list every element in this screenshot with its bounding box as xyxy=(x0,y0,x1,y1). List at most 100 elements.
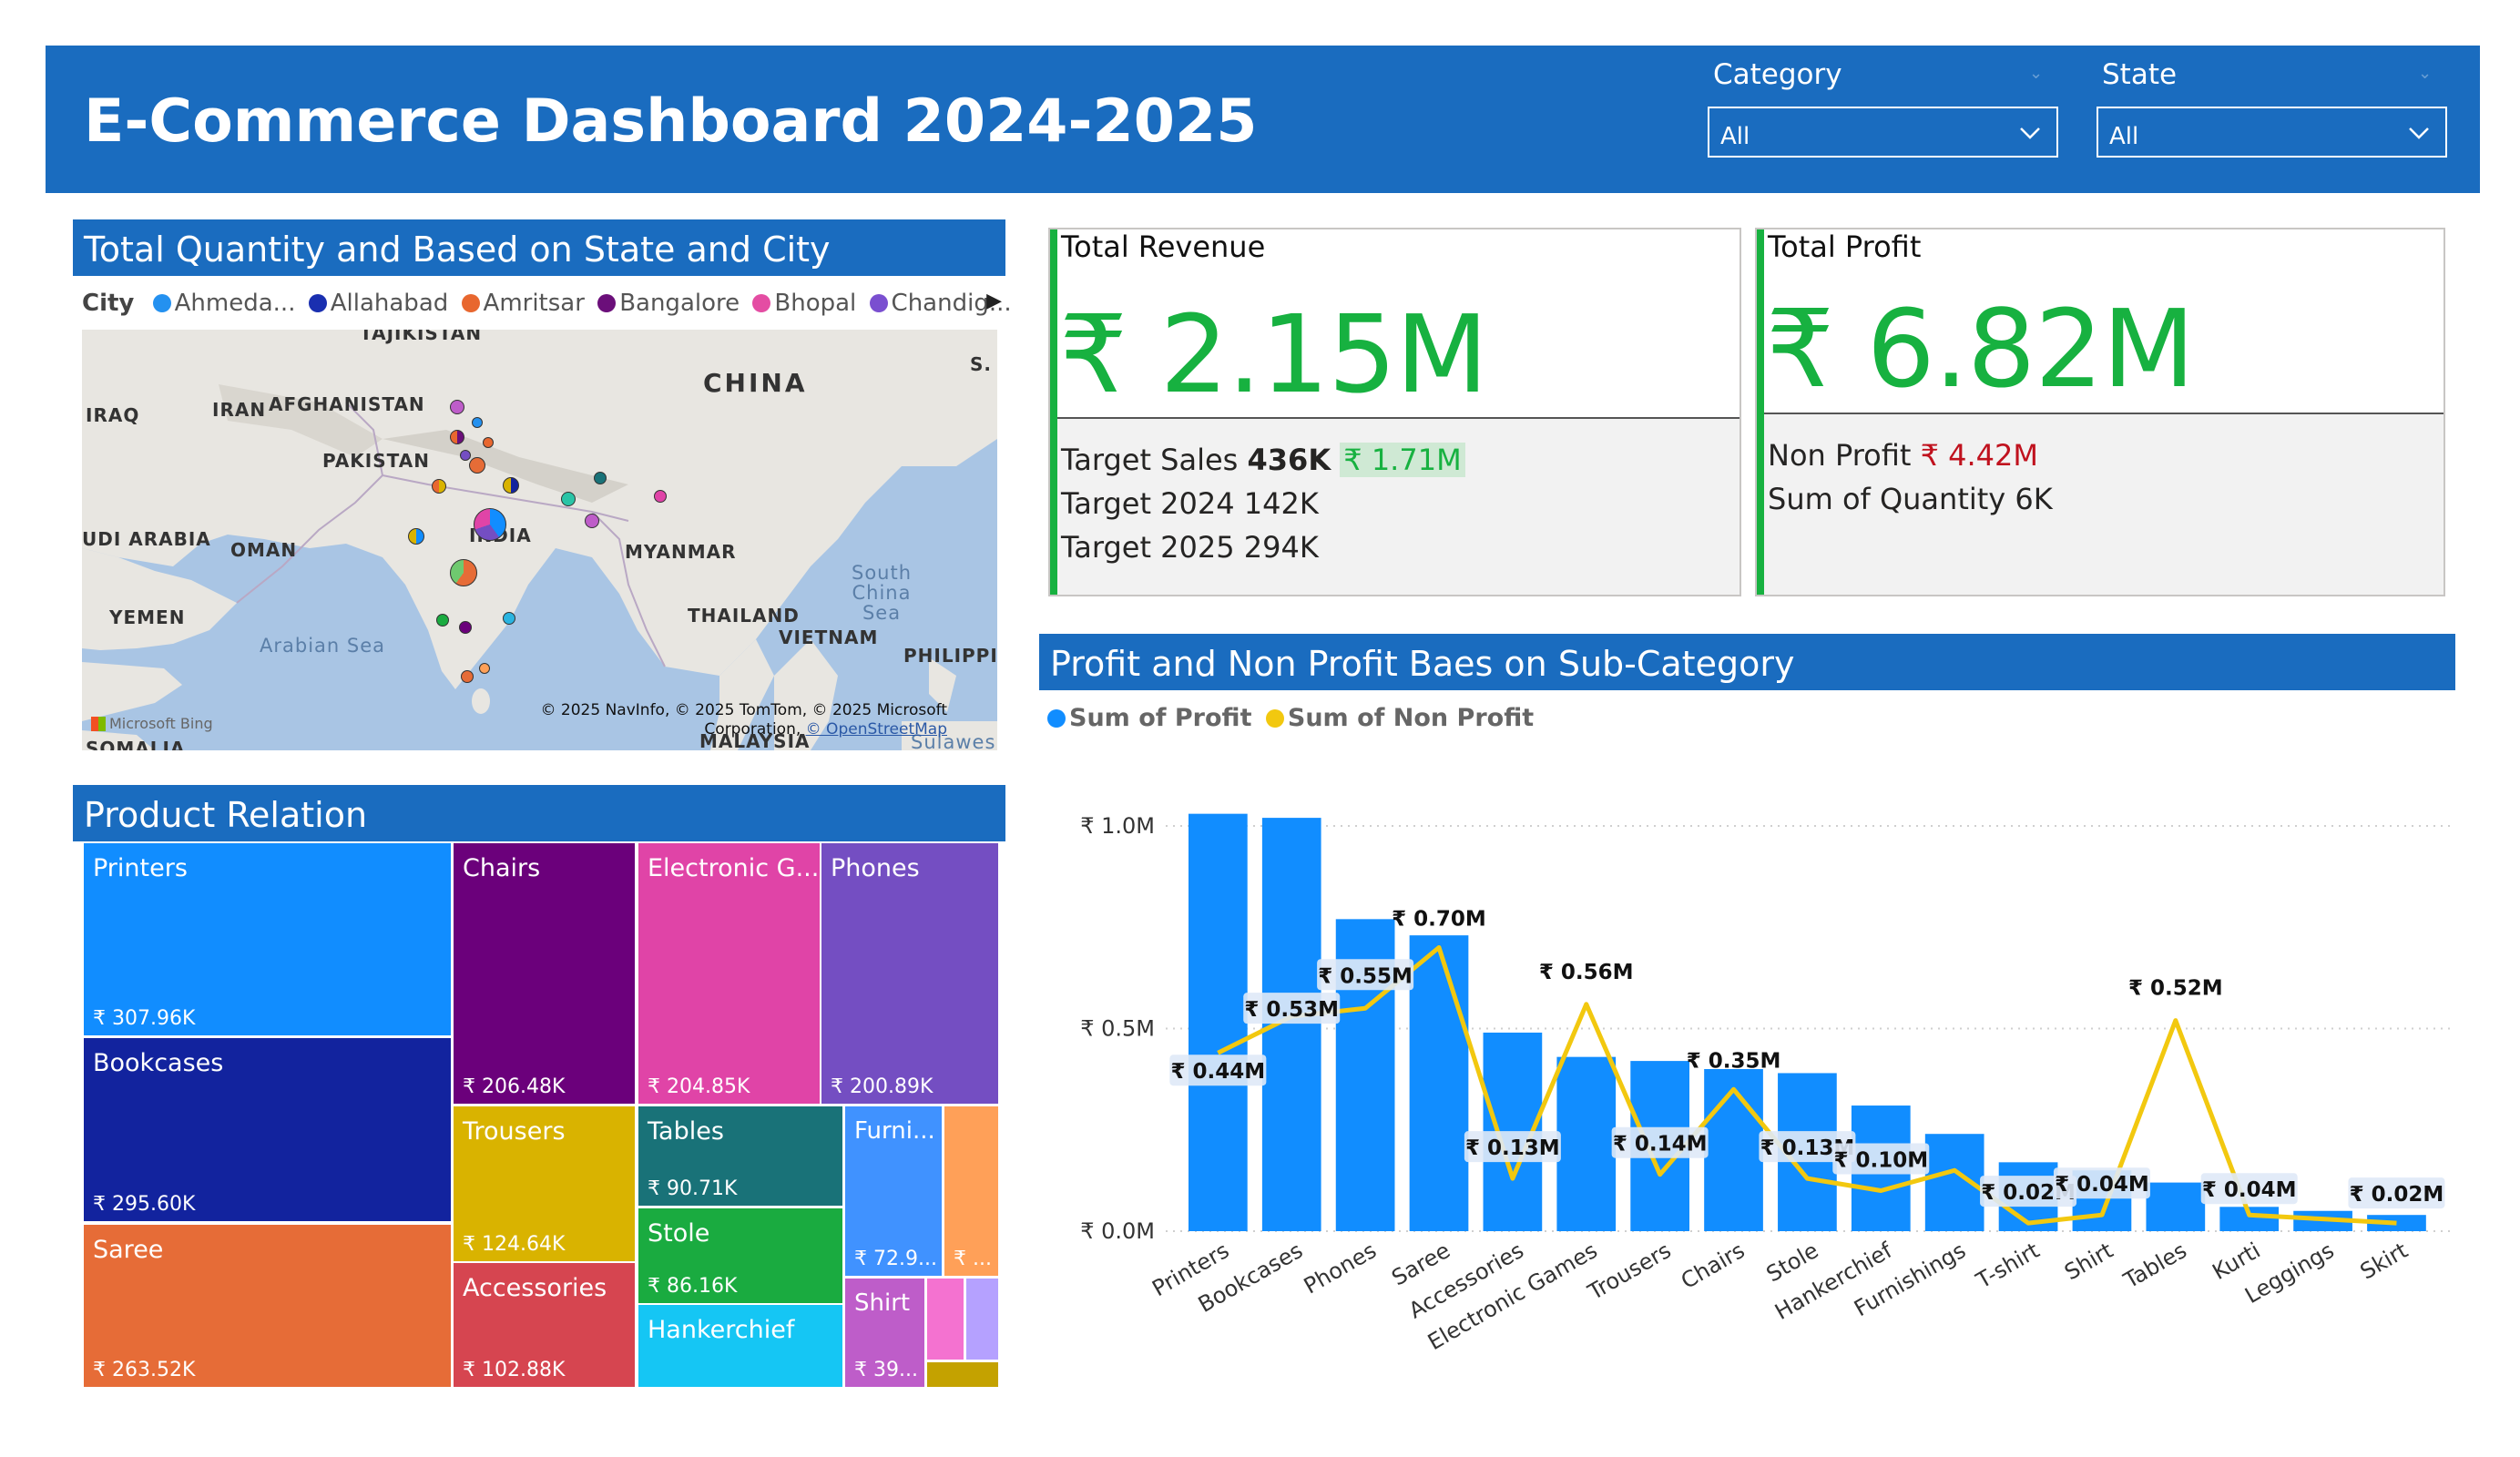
city-bubble[interactable] xyxy=(450,559,477,586)
data-label: ₹ 0.55M xyxy=(1318,964,1413,988)
treemap-tile-stole[interactable]: Stole ₹ 86.16K xyxy=(638,1208,842,1303)
copyright-line-1: © 2025 NavInfo, © 2025 TomTom, © 2025 Mi… xyxy=(540,701,947,719)
legend-next-arrow-icon[interactable]: ▶ xyxy=(986,290,1002,312)
state-slicer-label: State xyxy=(2102,58,2178,91)
data-label: ₹ 0.35M xyxy=(1687,1049,1781,1073)
map-label-china: CHINA xyxy=(703,368,808,398)
city-bubble[interactable] xyxy=(474,508,506,541)
city-bubble[interactable] xyxy=(561,492,576,506)
city-bubble[interactable] xyxy=(585,514,599,528)
map-copyright: © 2025 NavInfo, © 2025 TomTom, © 2025 Mi… xyxy=(541,701,947,739)
city-bubble[interactable] xyxy=(654,490,667,503)
legend-item-non-profit[interactable]: Sum of Non Profit xyxy=(1265,704,1534,732)
data-label: ₹ 0.44M xyxy=(1171,1060,1266,1084)
city-bubble[interactable] xyxy=(594,472,607,484)
city-bubble[interactable] xyxy=(483,437,494,448)
bar-profit[interactable] xyxy=(2146,1182,2206,1231)
profit-details: Non Profit ₹ 4.42M Sum of Quantity 6K xyxy=(1759,413,2443,595)
treemap-tile[interactable] xyxy=(927,1362,998,1387)
city-bubble[interactable] xyxy=(461,670,474,683)
data-label: ₹ 0.70M xyxy=(1392,908,1486,932)
map-label-saudi-arabia: UDI ARABIA xyxy=(82,528,211,550)
y-tick-label: ₹ 0.5M xyxy=(1080,1016,1155,1042)
chevron-down-icon[interactable] xyxy=(2407,121,2431,145)
city-bubble[interactable] xyxy=(408,528,424,545)
city-bubble[interactable] xyxy=(450,400,464,414)
treemap-tile-printers[interactable]: Printers ₹ 307.96K xyxy=(84,843,451,1035)
bar-profit[interactable] xyxy=(1189,813,1248,1231)
legend-item-amritsar[interactable]: Amritsar xyxy=(461,290,585,317)
city-bubble[interactable] xyxy=(450,430,464,444)
treemap-tile-value: ₹ 206.48K xyxy=(463,1075,566,1098)
city-bubble[interactable] xyxy=(503,612,515,625)
bar-profit[interactable] xyxy=(1704,1069,1763,1231)
profit-bar-chart[interactable]: ₹ 0.0M ₹ 0.5M ₹ 1.0M ₹ 0.44M ₹ 0.53M ₹ 0.55M ₹… xyxy=(1038,783,2459,1366)
map-label-s: S. xyxy=(970,353,993,375)
data-label: ₹ 0.56M xyxy=(1539,961,1634,984)
data-label: ₹ 0.10M xyxy=(1833,1149,1928,1173)
treemap-tile-bookcases[interactable]: Bookcases ₹ 295.60K xyxy=(84,1038,451,1221)
treemap-tile-shirt[interactable]: Shirt ₹ 39... xyxy=(845,1279,924,1387)
treemap-tile[interactable] xyxy=(966,1279,998,1360)
legend-dot xyxy=(308,294,327,312)
treemap-tile-furni[interactable]: Furni... ₹ 72.9... xyxy=(845,1106,942,1276)
city-bubble[interactable] xyxy=(503,477,519,494)
legend-label: Allahabad xyxy=(330,290,449,317)
city-bubble[interactable] xyxy=(479,663,490,674)
legend-item-bhopal[interactable]: Bhopal xyxy=(752,290,856,317)
bar-profit[interactable] xyxy=(1556,1056,1617,1231)
bing-text: Microsoft Bing xyxy=(109,715,213,732)
map-label-arabian-sea: Arabian Sea xyxy=(260,635,386,657)
city-bubble[interactable] xyxy=(460,450,471,461)
treemap-tile-saree[interactable]: Saree ₹ 263.52K xyxy=(84,1225,451,1387)
treemap-tile-phones[interactable]: Phones ₹ 200.89K xyxy=(821,843,998,1104)
category-dropdown-value: All xyxy=(1720,123,1750,150)
legend-item-bangalore[interactable]: Bangalore xyxy=(597,290,740,317)
revenue-title: Total Revenue xyxy=(1061,229,1266,264)
treemap-tile-name: Hankerchief xyxy=(648,1316,795,1344)
city-legend-title: City xyxy=(82,290,135,317)
legend-item-allahabad[interactable]: Allahabad xyxy=(308,290,449,317)
x-tick-label: Phones xyxy=(1300,1238,1381,1299)
legend-item-ahmedabad[interactable]: Ahmeda... xyxy=(152,290,295,317)
legend-item-profit[interactable]: Sum of Profit xyxy=(1047,704,1251,732)
map-label-oman: OMAN xyxy=(230,539,298,561)
chevron-down-icon[interactable] xyxy=(2018,121,2042,145)
non-profit-line: Non Profit ₹ 4.42M xyxy=(1768,438,2038,473)
state-dropdown[interactable]: All xyxy=(2097,107,2447,158)
city-bubble[interactable] xyxy=(469,457,485,474)
treemap-tile-chairs[interactable]: Chairs ₹ 206.48K xyxy=(454,843,635,1104)
treemap-section-header: Product Relation xyxy=(73,785,1005,841)
treemap-tile-accessories[interactable]: Accessories ₹ 102.88K xyxy=(454,1263,635,1387)
eraser-icon[interactable]: ⌄ xyxy=(2418,64,2438,83)
openstreetmap-link[interactable]: © OpenStreetMap xyxy=(806,720,947,739)
treemap-tile[interactable]: ₹ ... xyxy=(944,1106,998,1276)
treemap-tile[interactable] xyxy=(927,1279,964,1360)
city-bubble[interactable] xyxy=(436,614,449,627)
treemap-tile-electronic-g[interactable]: Electronic G... ₹ 204.85K xyxy=(638,843,820,1104)
data-label: ₹ 0.53M xyxy=(1244,998,1339,1022)
y-tick-label: ₹ 0.0M xyxy=(1080,1218,1155,1244)
map-label-afghanistan: AFGHANISTAN xyxy=(269,393,425,415)
map-label-pakistan: PAKISTAN xyxy=(322,450,430,472)
target-sales-value: 436K xyxy=(1247,443,1331,477)
target-2024: Target 2024 142K xyxy=(1061,486,1319,521)
city-bubble[interactable] xyxy=(459,621,472,634)
non-profit-value: ₹ 4.42M xyxy=(1920,438,2038,473)
treemap-tile-value: ₹ 124.64K xyxy=(463,1233,566,1256)
city-map[interactable]: TAJIKISTAN IRAQ IRAN AFGHANISTAN CHINA S… xyxy=(82,330,997,750)
copyright-line-2: Corporation, xyxy=(704,720,801,739)
map-section-header: Total Quantity and Based on State and Ci… xyxy=(73,219,1005,276)
eraser-icon[interactable]: ⌄ xyxy=(2029,64,2049,83)
city-bubble[interactable] xyxy=(432,479,446,494)
bar-profit[interactable] xyxy=(1409,935,1469,1231)
treemap-tile-value: ₹ 307.96K xyxy=(93,1007,196,1030)
category-dropdown[interactable]: All xyxy=(1708,107,2058,158)
legend-label: Bhopal xyxy=(774,290,857,317)
treemap-tile-tables[interactable]: Tables ₹ 90.71K xyxy=(638,1106,842,1206)
treemap-tile-hankerchief[interactable]: Hankerchief xyxy=(638,1305,842,1387)
city-bubble[interactable] xyxy=(472,417,483,428)
legend-dot xyxy=(869,294,888,312)
treemap-tile-trousers[interactable]: Trousers ₹ 124.64K xyxy=(454,1106,635,1261)
treemap-tile-name: Saree xyxy=(93,1236,164,1264)
